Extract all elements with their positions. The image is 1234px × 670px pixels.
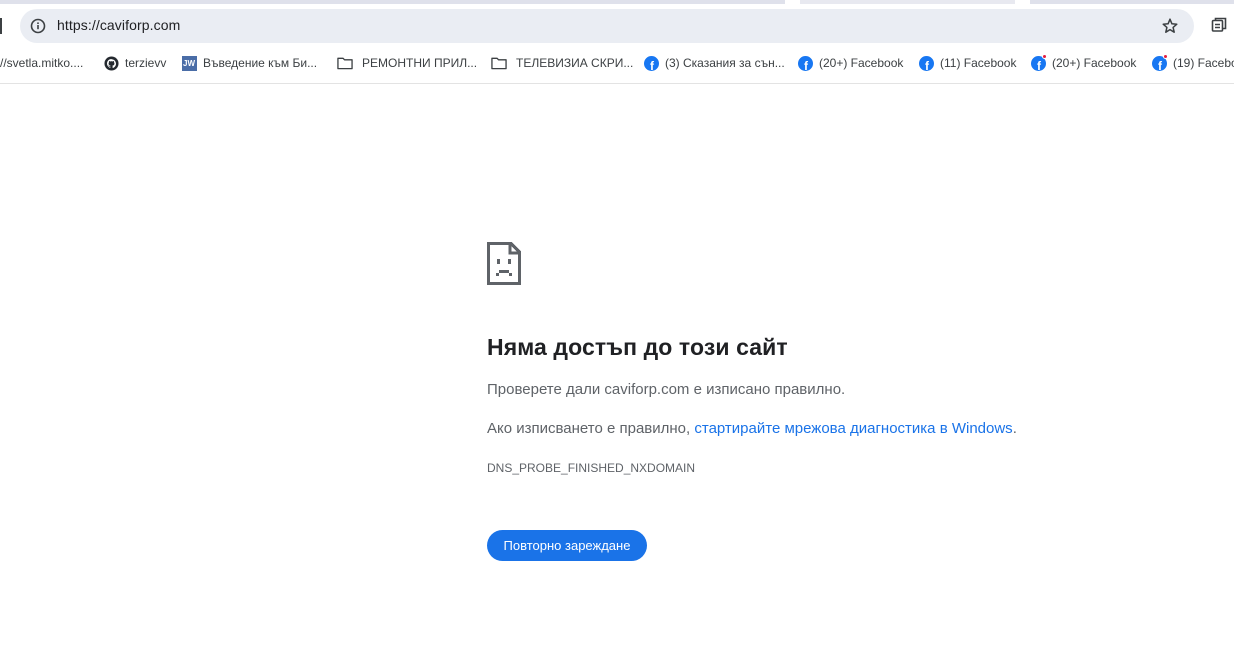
facebook-notification-icon: f [1030, 54, 1047, 71]
bookmark-label: //svetla.mitko.... [0, 56, 84, 70]
facebook-notification-icon: f [1151, 54, 1168, 71]
tab-strip-edge [1030, 0, 1234, 4]
bookmark-label: (20+) Facebook [1052, 56, 1137, 70]
reload-button[interactable]: Повторно зареждане [487, 530, 647, 561]
bookmark-label: (11) Facebook [940, 56, 1017, 70]
bookmark-label: ТЕЛЕВИЗИА СКРИ... [516, 56, 634, 70]
bookmark-item[interactable]: f (20+) Facebook [1030, 52, 1136, 74]
back-button-edge[interactable] [0, 18, 2, 34]
jw-icon-text: JW [181, 55, 197, 71]
diagnostics-prefix: Ако изписването е правилно, [487, 420, 695, 437]
bookmark-item[interactable]: //svetla.mitko.... [0, 52, 83, 74]
folder-icon [491, 55, 507, 71]
bookmark-item[interactable]: f (3) Сказания за сън... [643, 52, 785, 74]
jw-icon: JW [181, 55, 197, 71]
bookmark-item[interactable]: f (20+) Facebook [797, 52, 903, 74]
bookmark-item[interactable]: f (11) Facebook [918, 52, 1016, 74]
error-suggestion: Проверете дали caviforp.com е изписано п… [487, 381, 846, 398]
diagnostics-suffix: . [1012, 420, 1017, 437]
facebook-icon: f [797, 55, 813, 71]
bookmark-item[interactable]: ТЕЛЕВИЗИА СКРИ... [491, 52, 633, 74]
sad-page-icon [487, 242, 521, 285]
bookmark-item[interactable]: terzievv [103, 52, 166, 74]
github-icon [103, 55, 119, 71]
tab-strip-edge [0, 0, 785, 4]
bookmark-item[interactable]: f (19) Facebo [1151, 52, 1234, 74]
info-icon[interactable] [28, 16, 48, 36]
bookmark-label: Въведение към Би... [203, 56, 318, 70]
browser-chrome: https://caviforp.com //svetla.mitko.... … [0, 0, 1234, 84]
error-title: Няма достъп до този сайт [487, 334, 788, 360]
address-bar[interactable]: https://caviforp.com [20, 9, 1194, 43]
error-code: DNS_PROBE_FINISHED_NXDOMAIN [487, 461, 696, 475]
bookmark-label: terzievv [125, 56, 167, 70]
bookmark-label: (19) Facebo [1173, 56, 1234, 70]
facebook-icon: f [643, 55, 659, 71]
tab-strip-edge [800, 0, 1015, 4]
network-diagnostics-link[interactable]: стартирайте мрежова диагностика в Window… [694, 420, 1012, 437]
bookmark-item[interactable]: РЕМОНТНИ ПРИЛ... [337, 52, 477, 74]
bookmark-item[interactable]: JW Въведение към Би... [181, 52, 317, 74]
tab-actions-icon[interactable] [1210, 16, 1228, 34]
bookmarks-bar: //svetla.mitko.... terzievv JW Въведение… [0, 52, 1234, 74]
folder-icon [337, 55, 353, 71]
bookmark-label: РЕМОНТНИ ПРИЛ... [362, 56, 478, 70]
error-diagnostics-line: Ако изписването е правилно, стартирайте … [487, 420, 1017, 437]
bookmark-label: (3) Сказания за сън... [665, 56, 785, 70]
url-text[interactable]: https://caviforp.com [57, 17, 180, 33]
star-icon[interactable] [1160, 16, 1180, 36]
bookmark-label: (20+) Facebook [819, 56, 904, 70]
facebook-icon: f [918, 55, 934, 71]
